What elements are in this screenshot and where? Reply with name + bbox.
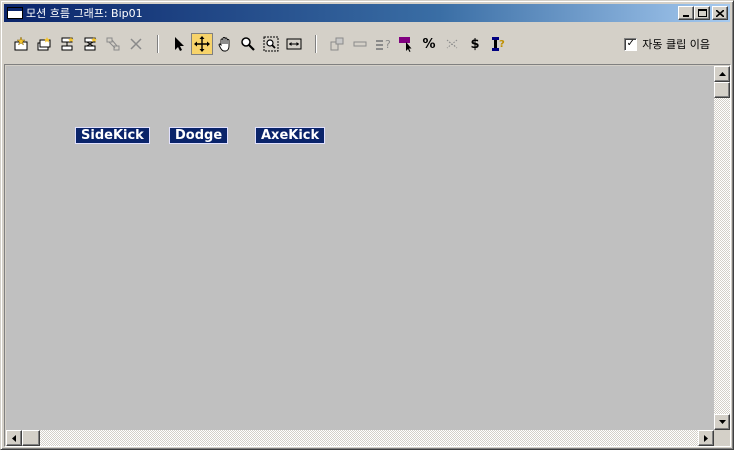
clip-node-dodge[interactable]: Dodge: [169, 127, 229, 144]
maximize-button[interactable]: [694, 6, 710, 20]
add-transition-button[interactable]: [56, 33, 78, 55]
create-clip-icon: [14, 36, 28, 51]
select-button[interactable]: [168, 33, 190, 55]
scroll-down-button[interactable]: [714, 414, 730, 430]
open-clips-button[interactable]: [33, 33, 55, 55]
minimize-button[interactable]: [678, 6, 694, 20]
transition-icon: [353, 41, 367, 47]
scroll-up-button[interactable]: [714, 66, 730, 82]
motion-flow-graph-window: 모션 흐름 그래프: Bip01 ? % $ ? ✓ 자동 클립 이음 Side…: [0, 0, 734, 450]
select-arrow-icon: [175, 37, 184, 51]
scrollbar-corner: [714, 430, 730, 446]
graph-canvas[interactable]: SideKick Dodge AxeKick: [6, 66, 714, 430]
arrow-left-icon: [12, 434, 16, 442]
arrow-down-icon: [718, 420, 726, 424]
title-bar[interactable]: 모션 흐름 그래프: Bip01: [4, 4, 730, 22]
clip-properties-icon: [330, 37, 344, 51]
close-button[interactable]: [712, 6, 728, 20]
create-clip-button[interactable]: [10, 33, 32, 55]
arrow-up-icon: [718, 72, 726, 76]
random-icon: [446, 39, 458, 49]
color-select-button[interactable]: [395, 33, 417, 55]
add-random-transition-icon: [84, 37, 97, 51]
show-transitions-button[interactable]: [102, 33, 124, 55]
transition-button[interactable]: [349, 33, 371, 55]
move-button[interactable]: [191, 33, 213, 55]
clip-node-sidekick[interactable]: SideKick: [75, 127, 150, 144]
auto-loop-checkbox[interactable]: ✓: [624, 37, 638, 51]
zoom-region-button[interactable]: [260, 33, 282, 55]
auto-loop-label[interactable]: 자동 클립 이음: [642, 36, 710, 52]
pan-button[interactable]: [214, 33, 236, 55]
delete-icon: [130, 38, 142, 50]
percent-icon: %: [422, 36, 436, 52]
vertical-scroll-thumb[interactable]: [714, 82, 730, 98]
svg-text:?: ?: [499, 39, 505, 50]
horizontal-scrollbar[interactable]: [6, 430, 714, 446]
horizontal-scroll-thumb[interactable]: [22, 430, 40, 446]
clip-node-axekick[interactable]: AxeKick: [255, 127, 326, 144]
dollar-icon: $: [470, 36, 480, 52]
maximize-icon: [697, 9, 707, 17]
svg-text:?: ?: [385, 38, 391, 51]
color-select-icon: [399, 37, 412, 52]
graph-view-frame: SideKick Dodge AxeKick: [4, 64, 731, 447]
open-clips-icon: [37, 37, 51, 51]
query-button[interactable]: ?: [372, 33, 394, 55]
zoom-icon: [241, 37, 255, 51]
script-button[interactable]: ?: [487, 33, 509, 55]
check-icon: ✓: [626, 38, 635, 49]
clip-properties-button[interactable]: [326, 33, 348, 55]
window-title: 모션 흐름 그래프: Bip01: [26, 7, 143, 20]
dollar-button[interactable]: $: [464, 33, 486, 55]
arrow-right-icon: [704, 434, 708, 442]
vertical-scrollbar[interactable]: [714, 66, 730, 430]
delete-button[interactable]: [125, 33, 147, 55]
zoom-region-icon: [263, 36, 279, 52]
percent-button[interactable]: %: [418, 33, 440, 55]
toolbar-separator: [157, 35, 159, 53]
minimize-icon: [683, 15, 689, 17]
close-icon: [716, 9, 724, 17]
fit-width-icon: [286, 38, 302, 50]
add-random-transition-button[interactable]: [79, 33, 101, 55]
show-transitions-icon: [106, 37, 120, 51]
random-button[interactable]: [441, 33, 463, 55]
toolbar-separator: [315, 35, 317, 53]
script-icon: ?: [492, 37, 505, 51]
help-query-icon: ?: [376, 38, 391, 51]
toolbar: ? % $ ? ✓ 자동 클립 이음: [4, 24, 730, 64]
move-icon: [194, 36, 210, 52]
zoom-button[interactable]: [237, 33, 259, 55]
fit-width-button[interactable]: [283, 33, 305, 55]
add-transition-icon: [61, 37, 74, 51]
pan-hand-icon: [218, 37, 230, 52]
scroll-left-button[interactable]: [6, 430, 22, 446]
auto-loop-option[interactable]: ✓ 자동 클립 이음: [624, 36, 710, 52]
scroll-right-button[interactable]: [698, 430, 714, 446]
window-icon[interactable]: [7, 7, 23, 19]
